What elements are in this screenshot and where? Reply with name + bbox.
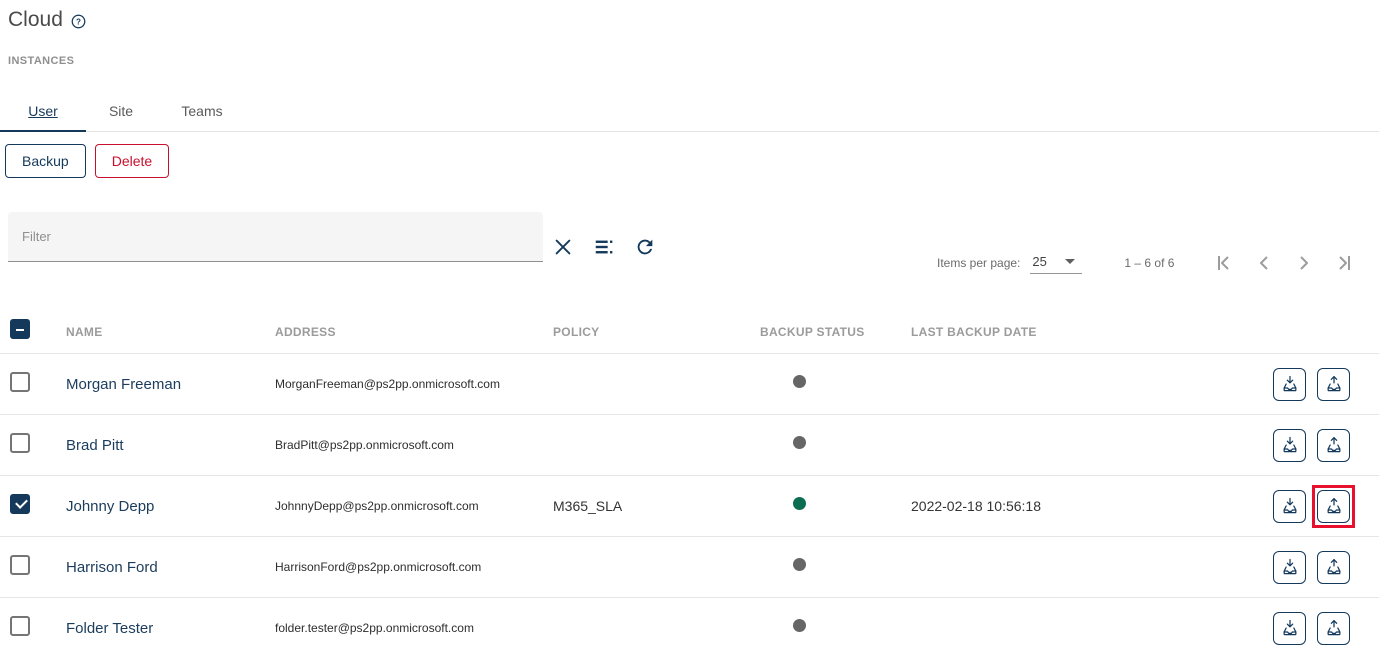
refresh-icon[interactable] [632,234,658,260]
select-all-checkbox[interactable] [10,319,30,339]
page-range-label: 1 – 6 of 6 [1124,256,1174,270]
instance-name-link[interactable]: Johnny Depp [66,498,275,515]
cloud-instances-page: Cloud INSTANCES User Site Teams Backup D… [0,0,1379,658]
restore-action-button[interactable] [1317,551,1350,584]
column-header-policy: POLICY [553,325,760,339]
instance-address: JohnnyDepp@ps2pp.onmicrosoft.com [275,499,553,513]
backup-status-dot [793,497,806,510]
row-checkbox[interactable] [10,372,30,392]
instance-address: folder.tester@ps2pp.onmicrosoft.com [275,621,553,635]
row-checkbox[interactable] [10,494,30,514]
filter-input[interactable] [8,212,543,261]
instance-name-link[interactable]: Brad Pitt [66,437,275,454]
clear-filter-icon[interactable] [550,234,576,260]
page-header: Cloud [8,8,86,32]
chevron-down-icon [1065,259,1075,264]
table-row: Folder Tester folder.tester@ps2pp.onmicr… [0,598,1379,658]
instances-table: NAME ADDRESS POLICY BACKUP STATUS LAST B… [0,310,1379,658]
table-header-row: NAME ADDRESS POLICY BACKUP STATUS LAST B… [0,310,1379,354]
backup-status-dot [793,436,806,449]
column-header-name: NAME [66,325,275,339]
backup-status-dot [793,558,806,571]
instance-name-link[interactable]: Harrison Ford [66,559,275,576]
tab-site[interactable]: Site [86,90,156,131]
backup-action-button[interactable] [1273,429,1306,462]
backup-status-dot [793,619,806,632]
filter-field [8,212,543,262]
column-header-backup-status: BACKUP STATUS [760,325,911,339]
instance-policy: M365_SLA [553,498,760,514]
last-page-icon[interactable] [1324,249,1364,277]
restore-highlight [1317,551,1350,584]
backup-action-button[interactable] [1273,368,1306,401]
instance-address: MorganFreeman@ps2pp.onmicrosoft.com [275,377,553,391]
table-row: Johnny Depp JohnnyDepp@ps2pp.onmicrosoft… [0,476,1379,537]
tab-teams[interactable]: Teams [156,90,248,131]
instance-name-link[interactable]: Folder Tester [66,620,275,637]
delete-button[interactable]: Delete [95,144,169,178]
restore-action-button[interactable] [1317,612,1350,645]
column-settings-icon[interactable] [591,234,617,260]
backup-status-dot [793,375,806,388]
page-title: Cloud [8,8,63,32]
column-header-last-backup-date: LAST BACKUP DATE [911,325,1120,339]
table-row: Harrison Ford HarrisonFord@ps2pp.onmicro… [0,537,1379,598]
table-row: Brad Pitt BradPitt@ps2pp.onmicrosoft.com [0,415,1379,476]
backup-action-button[interactable] [1273,490,1306,523]
items-per-page-value: 25 [1032,254,1046,269]
previous-page-icon[interactable] [1244,249,1284,277]
first-page-icon[interactable] [1204,249,1244,277]
backup-action-button[interactable] [1273,551,1306,584]
table-row: Morgan Freeman MorganFreeman@ps2pp.onmic… [0,354,1379,415]
column-header-address: ADDRESS [275,325,553,339]
instance-address: BradPitt@ps2pp.onmicrosoft.com [275,438,553,452]
paginator: Items per page: 25 1 – 6 of 6 [937,245,1379,281]
instance-address: HarrisonFord@ps2pp.onmicrosoft.com [275,560,553,574]
items-per-page-label: Items per page: [937,256,1020,270]
restore-action-button[interactable] [1317,490,1350,523]
row-checkbox[interactable] [10,555,30,575]
restore-highlight [1317,612,1350,645]
instance-name-link[interactable]: Morgan Freeman [66,376,275,393]
section-label: INSTANCES [8,55,74,67]
row-checkbox[interactable] [10,433,30,453]
tab-user[interactable]: User [0,90,86,131]
backup-button[interactable]: Backup [5,144,86,178]
tab-site-label: Site [109,103,133,119]
backup-action-button[interactable] [1273,612,1306,645]
help-icon[interactable] [71,14,86,29]
restore-action-button[interactable] [1317,429,1350,462]
next-page-icon[interactable] [1284,249,1324,277]
tab-bar: User Site Teams [0,90,1379,132]
tab-user-label: User [28,103,58,119]
restore-highlight [1317,368,1350,401]
restore-highlight [1312,485,1355,528]
tab-teams-label: Teams [181,103,222,119]
last-backup-date: 2022-02-18 10:56:18 [911,498,1120,514]
items-per-page-select[interactable]: 25 [1030,252,1082,274]
row-checkbox[interactable] [10,616,30,636]
restore-highlight [1317,429,1350,462]
action-button-group: Backup Delete [5,144,169,178]
restore-action-button[interactable] [1317,368,1350,401]
